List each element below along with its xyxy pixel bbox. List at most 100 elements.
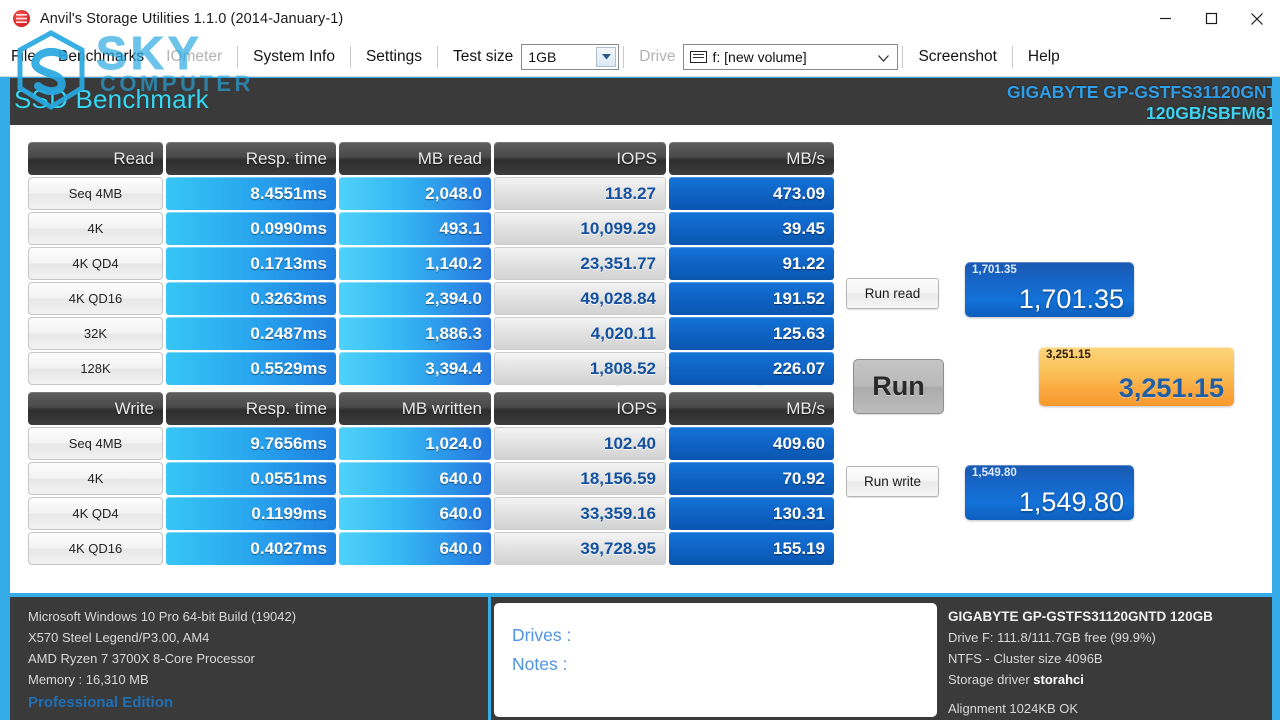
cell-mb-read: 2,394.0: [339, 282, 491, 315]
run-write-button[interactable]: Run write: [846, 466, 939, 497]
system-info-os: Microsoft Windows 10 Pro 64-bit Build (1…: [10, 606, 488, 627]
menu-item-system-info[interactable]: System Info: [242, 47, 346, 67]
run-read-button[interactable]: Run read: [846, 278, 939, 309]
column-header-resp-time: Resp. time: [166, 142, 336, 175]
drive-info-panel: GIGABYTE GP-GSTFS31120GNTD 120GB Drive F…: [940, 597, 1272, 720]
menu-divider: [623, 46, 624, 68]
drive-info-model: GIGABYTE GP-GSTFS31120GNTD 120GB: [940, 606, 1272, 627]
window-title: Anvil's Storage Utilities 1.1.0 (2014-Ja…: [40, 11, 343, 27]
row-label[interactable]: 4K: [28, 212, 163, 245]
benchmark-header: SSD Benchmark GIGABYTE GP-GSTFS31120GNTD…: [10, 78, 1272, 125]
cell-iops: 18,156.59: [494, 462, 666, 495]
chevron-down-icon[interactable]: [878, 49, 889, 65]
column-header-iops: IOPS: [494, 392, 666, 425]
cell-resp-time: 0.5529ms: [166, 352, 336, 385]
notes-panel: Drives : Notes :: [491, 597, 940, 720]
row-label[interactable]: 4K QD16: [28, 282, 163, 315]
table-row: 128K 0.5529ms 3,394.4 1,808.52 226.07: [28, 352, 837, 386]
column-header-read: Read: [28, 142, 163, 175]
menu-divider: [237, 46, 238, 68]
row-label[interactable]: 128K: [28, 352, 163, 385]
table-row: 4K 0.0990ms 493.1 10,099.29 39.45: [28, 212, 837, 246]
column-header-write: Write: [28, 392, 163, 425]
minimize-icon[interactable]: [1142, 0, 1188, 37]
cell-mb-read: 2,048.0: [339, 177, 491, 210]
row-label[interactable]: 4K QD4: [28, 497, 163, 530]
column-header-resp-time: Resp. time: [166, 392, 336, 425]
row-label[interactable]: 32K: [28, 317, 163, 350]
chevron-down-icon[interactable]: [596, 47, 616, 67]
row-label[interactable]: 4K QD16: [28, 532, 163, 565]
cell-mb-written: 640.0: [339, 532, 491, 565]
cell-mbs: 155.19: [669, 532, 834, 565]
row-label[interactable]: 4K: [28, 462, 163, 495]
menu-item-iometer: IOmeter: [155, 47, 233, 67]
title-bar: Anvil's Storage Utilities 1.1.0 (2014-Ja…: [0, 0, 1280, 37]
cell-mbs: 70.92: [669, 462, 834, 495]
table-header-row: Write Resp. time MB written IOPS MB/s: [28, 392, 837, 426]
cell-resp-time: 0.2487ms: [166, 317, 336, 350]
drive-select[interactable]: f: [new volume]: [683, 44, 898, 70]
cell-iops: 1,808.52: [494, 352, 666, 385]
notes-box[interactable]: Drives : Notes :: [494, 603, 937, 717]
read-score-value: 1,701.35: [1019, 283, 1124, 315]
drive-info-capacity: Drive F: 111.8/111.7GB free (99.9%): [940, 627, 1272, 648]
cell-mb-read: 1,886.3: [339, 317, 491, 350]
menu-bar: File Benchmarks IOmeter System Info Sett…: [0, 37, 1280, 77]
table-row: 4K QD4 0.1713ms 1,140.2 23,351.77 91.22: [28, 247, 837, 281]
table-row: Seq 4MB 9.7656ms 1,024.0 102.40 409.60: [28, 427, 837, 461]
system-info-cpu: AMD Ryzen 7 3700X 8-Core Processor: [10, 648, 488, 669]
run-button[interactable]: Run: [853, 359, 944, 414]
total-score-mini: 3,251.15: [1046, 349, 1091, 362]
menu-divider: [437, 46, 438, 68]
column-header-mb-written: MB written: [339, 392, 491, 425]
system-info-memory: Memory : 16,310 MB: [10, 669, 488, 690]
row-label[interactable]: Seq 4MB: [28, 177, 163, 210]
test-size-select[interactable]: 1GB: [521, 44, 619, 70]
menu-item-screenshot[interactable]: Screenshot: [907, 47, 1007, 67]
drive-model-line2: 120GB/SBFM61.3: [1007, 103, 1272, 124]
write-benchmark-table: Write Resp. time MB written IOPS MB/s Se…: [28, 392, 837, 567]
test-size-value: 1GB: [528, 49, 556, 65]
drive-label: Drive: [628, 48, 683, 66]
cell-mb-written: 1,024.0: [339, 427, 491, 460]
table-row: 32K 0.2487ms 1,886.3 4,020.11 125.63: [28, 317, 837, 351]
drives-label: Drives :: [494, 621, 937, 650]
cell-iops: 102.40: [494, 427, 666, 460]
menu-item-benchmarks[interactable]: Benchmarks: [47, 47, 155, 67]
cell-iops: 10,099.29: [494, 212, 666, 245]
cell-iops: 23,351.77: [494, 247, 666, 280]
row-label[interactable]: Seq 4MB: [28, 427, 163, 460]
drive-info-filesystem: NTFS - Cluster size 4096B: [940, 648, 1272, 669]
column-header-mb-read: MB read: [339, 142, 491, 175]
driver-value: storahci: [1033, 672, 1084, 687]
total-score-card: 3,251.15 3,251.15: [1039, 347, 1234, 406]
menu-divider: [350, 46, 351, 68]
write-score-card: 1,549.80 1,549.80: [965, 465, 1134, 520]
cell-resp-time: 9.7656ms: [166, 427, 336, 460]
cell-mbs: 473.09: [669, 177, 834, 210]
table-row: 4K QD16 0.3263ms 2,394.0 49,028.84 191.5…: [28, 282, 837, 316]
cell-resp-time: 0.1199ms: [166, 497, 336, 530]
close-icon[interactable]: [1234, 0, 1280, 37]
maximize-icon[interactable]: [1188, 0, 1234, 37]
table-row: 4K QD4 0.1199ms 640.0 33,359.16 130.31: [28, 497, 837, 531]
column-header-mbs: MB/s: [669, 392, 834, 425]
cell-resp-time: 0.3263ms: [166, 282, 336, 315]
cell-mbs: 130.31: [669, 497, 834, 530]
menu-item-help[interactable]: Help: [1017, 47, 1071, 67]
test-size-label: Test size: [442, 48, 521, 66]
system-info-board: X570 Steel Legend/P3.00, AM4: [10, 627, 488, 648]
app-icon: [13, 10, 30, 27]
benchmark-content: suachuamaytinhdanang.com suachuamaytinhd…: [10, 125, 1272, 593]
read-benchmark-table: Read Resp. time MB read IOPS MB/s Seq 4M…: [28, 142, 837, 387]
drive-info-driver: Storage driver storahci: [940, 669, 1272, 690]
cell-mb-read: 1,140.2: [339, 247, 491, 280]
menu-item-file[interactable]: File: [0, 47, 47, 67]
column-header-mbs: MB/s: [669, 142, 834, 175]
table-row: Seq 4MB 8.4551ms 2,048.0 118.27 473.09: [28, 177, 837, 211]
column-header-iops: IOPS: [494, 142, 666, 175]
row-label[interactable]: 4K QD4: [28, 247, 163, 280]
cell-resp-time: 0.0990ms: [166, 212, 336, 245]
menu-item-settings[interactable]: Settings: [355, 47, 433, 67]
